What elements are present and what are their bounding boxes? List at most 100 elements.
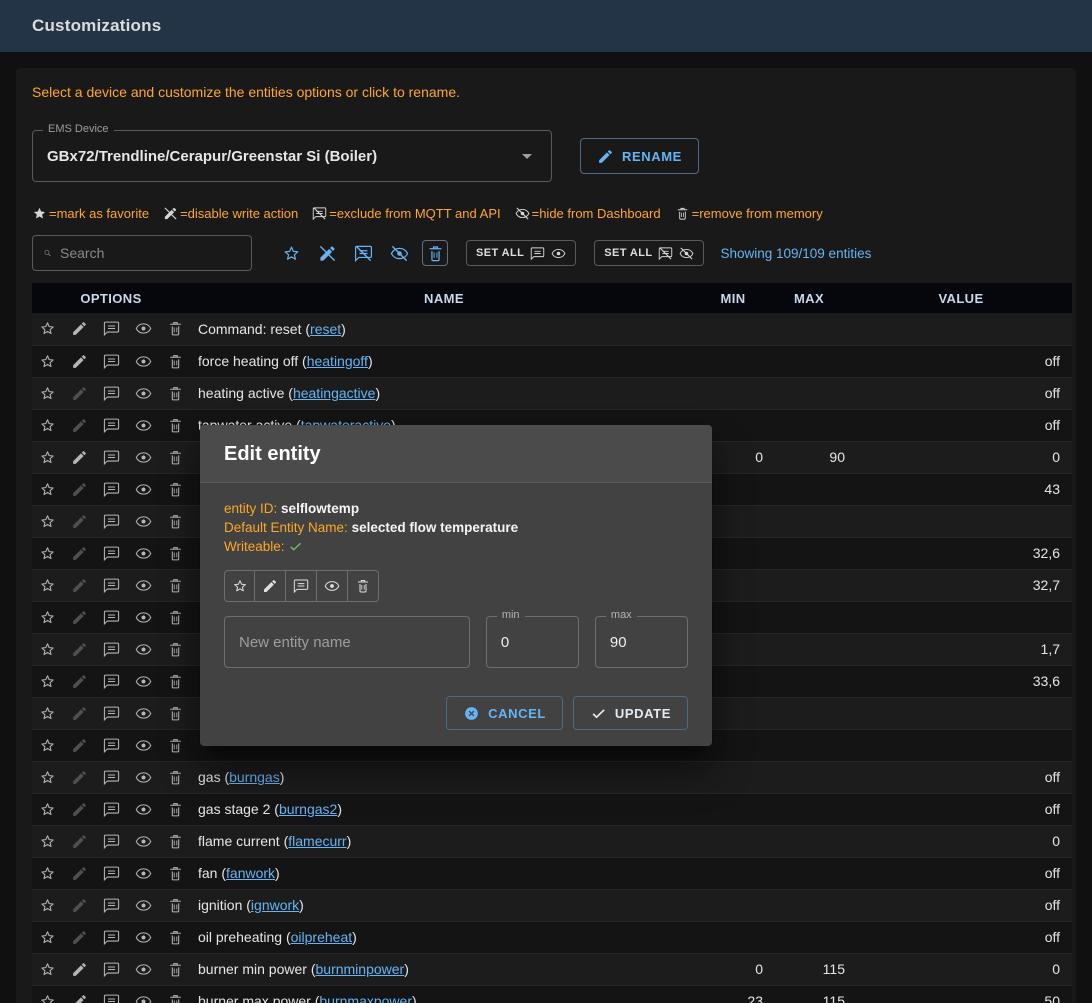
- edit-pencil-icon[interactable]: [71, 737, 88, 754]
- edit-pencil-icon[interactable]: [71, 417, 88, 434]
- entity-id-link[interactable]: oilpreheat: [291, 929, 353, 945]
- max-input[interactable]: [596, 617, 687, 667]
- edit-pencil-icon[interactable]: [71, 449, 88, 466]
- mqtt-chat-icon[interactable]: [103, 673, 120, 690]
- mqtt-chat-icon[interactable]: [103, 385, 120, 402]
- favorite-star-icon[interactable]: [39, 865, 56, 882]
- edit-pencil-icon[interactable]: [71, 609, 88, 626]
- edit-pencil-icon[interactable]: [71, 577, 88, 594]
- delete-trash-icon[interactable]: [167, 737, 184, 754]
- favorite-star-icon[interactable]: [39, 961, 56, 978]
- delete-trash-icon[interactable]: [167, 897, 184, 914]
- filter-exclude-mqtt-button[interactable]: [350, 240, 376, 266]
- edit-pencil-icon[interactable]: [71, 353, 88, 370]
- entity-id-link[interactable]: ignwork: [251, 897, 299, 913]
- visibility-eye-icon[interactable]: [135, 513, 152, 530]
- mqtt-chat-icon[interactable]: [103, 993, 120, 1003]
- visibility-eye-icon[interactable]: [135, 577, 152, 594]
- mqtt-chat-icon[interactable]: [103, 833, 120, 850]
- toggle-hide-dashboard-button[interactable]: [317, 570, 348, 602]
- mqtt-chat-icon[interactable]: [103, 577, 120, 594]
- edit-pencil-icon[interactable]: [71, 545, 88, 562]
- favorite-star-icon[interactable]: [39, 993, 56, 1003]
- entity-id-link[interactable]: heatingoff: [307, 353, 368, 369]
- visibility-eye-icon[interactable]: [135, 769, 152, 786]
- toggle-favorite-button[interactable]: [224, 570, 255, 602]
- mqtt-chat-icon[interactable]: [103, 737, 120, 754]
- delete-trash-icon[interactable]: [167, 641, 184, 658]
- entity-id-link[interactable]: burngas: [229, 769, 280, 785]
- delete-trash-icon[interactable]: [167, 545, 184, 562]
- favorite-star-icon[interactable]: [39, 417, 56, 434]
- delete-trash-icon[interactable]: [167, 577, 184, 594]
- mqtt-chat-icon[interactable]: [103, 801, 120, 818]
- favorite-star-icon[interactable]: [39, 673, 56, 690]
- favorite-star-icon[interactable]: [39, 705, 56, 722]
- mqtt-chat-icon[interactable]: [103, 961, 120, 978]
- delete-trash-icon[interactable]: [167, 705, 184, 722]
- visibility-eye-icon[interactable]: [135, 353, 152, 370]
- entity-id-link[interactable]: heatingactive: [293, 385, 376, 401]
- visibility-eye-icon[interactable]: [135, 801, 152, 818]
- favorite-star-icon[interactable]: [39, 513, 56, 530]
- delete-trash-icon[interactable]: [167, 320, 184, 337]
- mqtt-chat-icon[interactable]: [103, 320, 120, 337]
- delete-trash-icon[interactable]: [167, 513, 184, 530]
- delete-trash-icon[interactable]: [167, 833, 184, 850]
- entity-id-link[interactable]: flamecurr: [288, 833, 346, 849]
- visibility-eye-icon[interactable]: [135, 993, 152, 1003]
- visibility-eye-icon[interactable]: [135, 929, 152, 946]
- visibility-eye-icon[interactable]: [135, 320, 152, 337]
- update-button[interactable]: UPDATE: [573, 696, 688, 730]
- filter-favorite-button[interactable]: [278, 240, 304, 266]
- mqtt-chat-icon[interactable]: [103, 705, 120, 722]
- delete-trash-icon[interactable]: [167, 673, 184, 690]
- favorite-star-icon[interactable]: [39, 320, 56, 337]
- delete-trash-icon[interactable]: [167, 929, 184, 946]
- set-all-hide-button[interactable]: SET ALL: [594, 240, 704, 266]
- edit-pencil-icon[interactable]: [71, 833, 88, 850]
- favorite-star-icon[interactable]: [39, 737, 56, 754]
- filter-hide-dashboard-button[interactable]: [386, 240, 412, 266]
- favorite-star-icon[interactable]: [39, 801, 56, 818]
- visibility-eye-icon[interactable]: [135, 385, 152, 402]
- favorite-star-icon[interactable]: [39, 833, 56, 850]
- delete-trash-icon[interactable]: [167, 481, 184, 498]
- delete-trash-icon[interactable]: [167, 417, 184, 434]
- visibility-eye-icon[interactable]: [135, 737, 152, 754]
- delete-trash-icon[interactable]: [167, 801, 184, 818]
- edit-pencil-icon[interactable]: [71, 641, 88, 658]
- edit-pencil-icon[interactable]: [71, 513, 88, 530]
- edit-pencil-icon[interactable]: [71, 673, 88, 690]
- delete-trash-icon[interactable]: [167, 385, 184, 402]
- entity-id-link[interactable]: burnmaxpower: [319, 993, 412, 1003]
- delete-trash-icon[interactable]: [167, 865, 184, 882]
- favorite-star-icon[interactable]: [39, 897, 56, 914]
- delete-trash-icon[interactable]: [167, 961, 184, 978]
- visibility-eye-icon[interactable]: [135, 641, 152, 658]
- favorite-star-icon[interactable]: [39, 577, 56, 594]
- visibility-eye-icon[interactable]: [135, 833, 152, 850]
- favorite-star-icon[interactable]: [39, 545, 56, 562]
- delete-trash-icon[interactable]: [167, 993, 184, 1003]
- visibility-eye-icon[interactable]: [135, 961, 152, 978]
- visibility-eye-icon[interactable]: [135, 417, 152, 434]
- mqtt-chat-icon[interactable]: [103, 929, 120, 946]
- set-all-show-button[interactable]: SET ALL: [466, 240, 576, 266]
- edit-pencil-icon[interactable]: [71, 320, 88, 337]
- favorite-star-icon[interactable]: [39, 769, 56, 786]
- edit-pencil-icon[interactable]: [71, 897, 88, 914]
- edit-pencil-icon[interactable]: [71, 929, 88, 946]
- ems-device-select[interactable]: EMS Device GBx72/Trendline/Cerapur/Green…: [32, 130, 552, 182]
- edit-pencil-icon[interactable]: [71, 865, 88, 882]
- entity-id-link[interactable]: burngas2: [279, 801, 337, 817]
- mqtt-chat-icon[interactable]: [103, 641, 120, 658]
- toggle-remove-memory-button[interactable]: [348, 570, 379, 602]
- toggle-disable-write-button[interactable]: [255, 570, 286, 602]
- entity-id-link[interactable]: reset: [310, 321, 341, 337]
- delete-trash-icon[interactable]: [167, 609, 184, 626]
- rename-button[interactable]: RENAME: [580, 138, 699, 174]
- edit-pencil-icon[interactable]: [71, 705, 88, 722]
- filter-remove-memory-button[interactable]: [422, 240, 448, 266]
- edit-pencil-icon[interactable]: [71, 801, 88, 818]
